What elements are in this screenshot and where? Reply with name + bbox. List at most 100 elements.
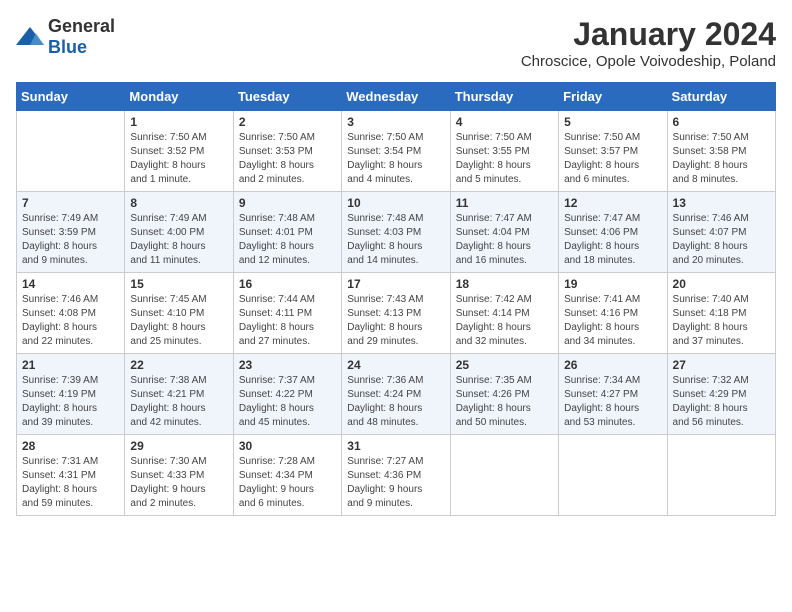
day-info: Sunrise: 7:47 AM Sunset: 4:06 PM Dayligh… [564,212,661,268]
calendar-cell: 4 Sunrise: 7:50 AM Sunset: 3:55 PM Daylig… [450,111,558,192]
calendar-cell: 22Sunrise: 7:38 AM Sunset: 4:21 PM Dayli… [125,354,233,435]
calendar-cell: 8Sunrise: 7:49 AM Sunset: 4:00 PM Daylig… [125,192,233,273]
calendar-cell: 18 Sunrise: 7:42 AM Sunset: 4:14 PM Dayli… [450,273,558,354]
page-header: General Blue January 2024 Chroscice, Opo… [16,16,776,70]
day-info: Sunrise: 7:50 AM Sunset: 3:54 PM Dayligh… [347,131,444,187]
day-number: 6 [673,115,770,129]
day-number: 11 [456,196,553,210]
day-number: 24 [347,358,444,372]
calendar-cell: 21 Sunrise: 7:39 AM Sunset: 4:19 PM Dayli… [17,354,125,435]
day-info: Sunrise: 7:48 AM Sunset: 4:03 PM Dayligh… [347,212,444,268]
calendar-cell [559,435,667,516]
day-info: Sunrise: 7:41 AM Sunset: 4:16 PM Dayligh… [564,293,661,349]
calendar-table: Sunday Monday Tuesday Wednesday Thursday… [16,82,776,516]
calendar-cell: 7 Sunrise: 7:49 AM Sunset: 3:59 PM Daylig… [17,192,125,273]
calendar-cell: 12 Sunrise: 7:47 AM Sunset: 4:06 PM Dayli… [559,192,667,273]
day-info: Sunrise: 7:28 AM Sunset: 4:34 PM Dayligh… [239,455,336,511]
week-row-1: 1Sunrise: 7:50 AM Sunset: 3:52 PM Daylig… [17,111,776,192]
day-number: 7 [22,196,119,210]
header-monday: Monday [125,83,233,111]
header-sunday: Sunday [17,83,125,111]
day-number: 22 [130,358,227,372]
calendar-cell: 9 Sunrise: 7:48 AM Sunset: 4:01 PM Daylig… [233,192,341,273]
day-number: 31 [347,439,444,453]
calendar-cell: 16 Sunrise: 7:44 AM Sunset: 4:11 PM Dayli… [233,273,341,354]
calendar-cell: 27 Sunrise: 7:32 AM Sunset: 4:29 PM Dayli… [667,354,775,435]
calendar-cell: 30 Sunrise: 7:28 AM Sunset: 4:34 PM Dayli… [233,435,341,516]
calendar-cell: 17 Sunrise: 7:43 AM Sunset: 4:13 PM Dayli… [342,273,450,354]
day-number: 12 [564,196,661,210]
header-row: Sunday Monday Tuesday Wednesday Thursday… [17,83,776,111]
day-number: 14 [22,277,119,291]
day-number: 18 [456,277,553,291]
calendar-cell: 24 Sunrise: 7:36 AM Sunset: 4:24 PM Dayli… [342,354,450,435]
header-wednesday: Wednesday [342,83,450,111]
day-number: 29 [130,439,227,453]
week-row-5: 28Sunrise: 7:31 AM Sunset: 4:31 PM Dayli… [17,435,776,516]
day-info: Sunrise: 7:50 AM Sunset: 3:55 PM Dayligh… [456,131,553,187]
day-info: Sunrise: 7:46 AM Sunset: 4:08 PM Dayligh… [22,293,119,349]
day-number: 2 [239,115,336,129]
day-info: Sunrise: 7:47 AM Sunset: 4:04 PM Dayligh… [456,212,553,268]
day-info: Sunrise: 7:49 AM Sunset: 4:00 PM Dayligh… [130,212,227,268]
day-number: 21 [22,358,119,372]
header-tuesday: Tuesday [233,83,341,111]
day-info: Sunrise: 7:37 AM Sunset: 4:22 PM Dayligh… [239,374,336,430]
calendar-cell: 20 Sunrise: 7:40 AM Sunset: 4:18 PM Dayli… [667,273,775,354]
calendar-cell: 1Sunrise: 7:50 AM Sunset: 3:52 PM Daylig… [125,111,233,192]
calendar-subtitle: Chroscice, Opole Voivodeship, Poland [521,53,776,70]
day-info: Sunrise: 7:46 AM Sunset: 4:07 PM Dayligh… [673,212,770,268]
day-info: Sunrise: 7:50 AM Sunset: 3:52 PM Dayligh… [130,131,227,187]
week-row-4: 21 Sunrise: 7:39 AM Sunset: 4:19 PM Dayli… [17,354,776,435]
calendar-cell: 15 Sunrise: 7:45 AM Sunset: 4:10 PM Dayli… [125,273,233,354]
calendar-cell: 2 Sunrise: 7:50 AM Sunset: 3:53 PM Daylig… [233,111,341,192]
calendar-cell: 25 Sunrise: 7:35 AM Sunset: 4:26 PM Dayli… [450,354,558,435]
day-info: Sunrise: 7:39 AM Sunset: 4:19 PM Dayligh… [22,374,119,430]
calendar-cell: 29Sunrise: 7:30 AM Sunset: 4:33 PM Dayli… [125,435,233,516]
calendar-cell: 14 Sunrise: 7:46 AM Sunset: 4:08 PM Dayli… [17,273,125,354]
day-info: Sunrise: 7:32 AM Sunset: 4:29 PM Dayligh… [673,374,770,430]
day-number: 28 [22,439,119,453]
calendar-cell: 5Sunrise: 7:50 AM Sunset: 3:57 PM Daylig… [559,111,667,192]
calendar-cell [667,435,775,516]
calendar-title: January 2024 [521,16,776,53]
day-info: Sunrise: 7:36 AM Sunset: 4:24 PM Dayligh… [347,374,444,430]
day-number: 17 [347,277,444,291]
logo-text: General Blue [48,16,115,58]
day-number: 9 [239,196,336,210]
day-info: Sunrise: 7:35 AM Sunset: 4:26 PM Dayligh… [456,374,553,430]
header-thursday: Thursday [450,83,558,111]
day-info: Sunrise: 7:42 AM Sunset: 4:14 PM Dayligh… [456,293,553,349]
day-info: Sunrise: 7:50 AM Sunset: 3:57 PM Dayligh… [564,131,661,187]
day-number: 25 [456,358,553,372]
day-number: 4 [456,115,553,129]
day-info: Sunrise: 7:48 AM Sunset: 4:01 PM Dayligh… [239,212,336,268]
day-number: 26 [564,358,661,372]
day-info: Sunrise: 7:40 AM Sunset: 4:18 PM Dayligh… [673,293,770,349]
day-info: Sunrise: 7:49 AM Sunset: 3:59 PM Dayligh… [22,212,119,268]
day-number: 16 [239,277,336,291]
day-info: Sunrise: 7:43 AM Sunset: 4:13 PM Dayligh… [347,293,444,349]
week-row-3: 14 Sunrise: 7:46 AM Sunset: 4:08 PM Dayli… [17,273,776,354]
calendar-cell [450,435,558,516]
day-number: 20 [673,277,770,291]
calendar-cell: 6 Sunrise: 7:50 AM Sunset: 3:58 PM Daylig… [667,111,775,192]
day-info: Sunrise: 7:50 AM Sunset: 3:58 PM Dayligh… [673,131,770,187]
day-number: 3 [347,115,444,129]
day-info: Sunrise: 7:34 AM Sunset: 4:27 PM Dayligh… [564,374,661,430]
calendar-cell: 11 Sunrise: 7:47 AM Sunset: 4:04 PM Dayli… [450,192,558,273]
day-info: Sunrise: 7:50 AM Sunset: 3:53 PM Dayligh… [239,131,336,187]
day-number: 10 [347,196,444,210]
calendar-cell: 23 Sunrise: 7:37 AM Sunset: 4:22 PM Dayli… [233,354,341,435]
day-number: 15 [130,277,227,291]
day-number: 13 [673,196,770,210]
day-number: 30 [239,439,336,453]
day-info: Sunrise: 7:45 AM Sunset: 4:10 PM Dayligh… [130,293,227,349]
title-section: January 2024 Chroscice, Opole Voivodeshi… [521,16,776,70]
calendar-cell: 19Sunrise: 7:41 AM Sunset: 4:16 PM Dayli… [559,273,667,354]
logo-icon [16,25,44,49]
day-info: Sunrise: 7:27 AM Sunset: 4:36 PM Dayligh… [347,455,444,511]
day-info: Sunrise: 7:44 AM Sunset: 4:11 PM Dayligh… [239,293,336,349]
day-number: 27 [673,358,770,372]
day-number: 23 [239,358,336,372]
